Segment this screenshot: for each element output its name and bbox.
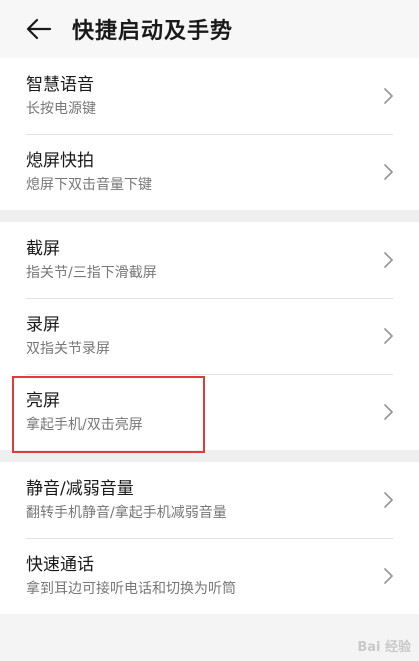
chevron-right-icon — [384, 404, 393, 420]
settings-item-screen-off-snapshot[interactable]: 熄屏快拍 熄屏下双击音量下键 — [26, 134, 393, 210]
chevron-right-icon — [384, 164, 393, 180]
watermark: Bai 经验 — [357, 640, 411, 655]
item-title: 截屏 — [26, 239, 60, 259]
item-title: 智慧语音 — [26, 75, 94, 95]
item-title: 熄屏快拍 — [26, 151, 94, 171]
settings-item-wake-screen[interactable]: 亮屏 拿起手机/双击亮屏 — [26, 374, 393, 450]
settings-item-screen-record[interactable]: 录屏 双指关节录屏 — [26, 298, 393, 374]
settings-group-1: 智慧语音 长按电源键 熄屏快拍 熄屏下双击音量下键 — [0, 58, 419, 210]
settings-group-3: 静音/减弱音量 翻转手机静音/拿起手机减弱音量 快速通话 拿到耳边可接听电话和切… — [0, 462, 419, 614]
item-title: 静音/减弱音量 — [26, 479, 134, 499]
settings-group-2: 截屏 指关节/三指下滑截屏 录屏 双指关节录屏 亮屏 拿起手机/双击亮屏 — [0, 222, 419, 450]
chevron-right-icon — [384, 88, 393, 104]
group-divider — [0, 450, 419, 462]
settings-item-mute-reduce-volume[interactable]: 静音/减弱音量 翻转手机静音/拿起手机减弱音量 — [26, 462, 393, 538]
app-header: 快捷启动及手势 — [0, 0, 419, 58]
item-subtitle: 熄屏下双击音量下键 — [26, 177, 152, 193]
item-subtitle: 翻转手机静音/拿起手机减弱音量 — [26, 505, 227, 521]
item-subtitle: 拿到耳边可接听电话和切换为听筒 — [26, 581, 236, 597]
back-button[interactable] — [20, 10, 58, 48]
item-subtitle: 双指关节录屏 — [26, 341, 110, 357]
item-title: 亮屏 — [26, 391, 60, 411]
chevron-right-icon — [384, 328, 393, 344]
settings-item-smart-voice[interactable]: 智慧语音 长按电源键 — [26, 58, 393, 134]
chevron-right-icon — [384, 492, 393, 508]
item-subtitle: 指关节/三指下滑截屏 — [26, 265, 157, 281]
item-title: 录屏 — [26, 315, 60, 335]
settings-item-quick-call[interactable]: 快速通话 拿到耳边可接听电话和切换为听筒 — [26, 538, 393, 614]
chevron-right-icon — [384, 568, 393, 584]
settings-item-screenshot[interactable]: 截屏 指关节/三指下滑截屏 — [26, 222, 393, 298]
arrow-left-icon — [26, 18, 52, 40]
group-divider — [0, 210, 419, 222]
item-title: 快速通话 — [26, 555, 94, 575]
item-subtitle: 拿起手机/双击亮屏 — [26, 417, 143, 433]
chevron-right-icon — [384, 252, 393, 268]
page-title: 快捷启动及手势 — [72, 19, 234, 44]
item-subtitle: 长按电源键 — [26, 101, 96, 117]
